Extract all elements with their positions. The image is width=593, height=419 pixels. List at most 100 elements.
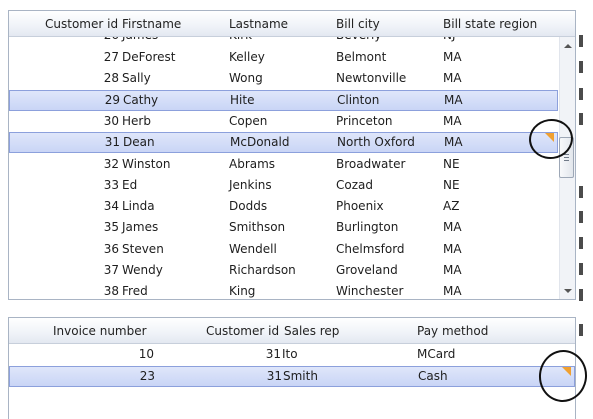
edge-fragment xyxy=(579,113,583,125)
cell-customer-id: 31 xyxy=(266,368,282,383)
edge-fragment xyxy=(579,237,583,249)
cell-lastname: Wendell xyxy=(229,241,277,256)
col-bill-state-region[interactable]: Bill state region xyxy=(443,11,537,37)
cell-customer-id: 32 xyxy=(103,156,119,171)
cell-lastname: Richardson xyxy=(229,263,296,277)
cell-lastname: Hite xyxy=(230,92,255,107)
grip-line xyxy=(564,157,569,158)
cell-lastname: Kirk xyxy=(229,37,252,46)
cell-bill-state: NE xyxy=(443,156,460,171)
cell-lastname: Wong xyxy=(229,71,263,86)
table-row[interactable]: 29 Cathy Hite Clinton MA xyxy=(9,89,558,111)
cell-bill-state: MA xyxy=(443,241,462,256)
scroll-down-icon[interactable] xyxy=(564,289,572,293)
cell-bill-city: Clinton xyxy=(337,92,380,107)
cell-bill-city: Newtonville xyxy=(336,71,407,86)
cell-bill-city: Belmont xyxy=(336,50,387,64)
col-sales-rep[interactable]: Sales rep xyxy=(284,318,339,344)
cell-bill-city: Winchester xyxy=(336,284,404,299)
cell-bill-state: AZ xyxy=(443,199,460,214)
cell-lastname: King xyxy=(229,284,256,299)
cell-firstname: James xyxy=(122,220,159,235)
col-bill-city[interactable]: Bill city xyxy=(336,11,380,37)
table-row[interactable]: 38 Fred King Winchester MA xyxy=(9,281,558,299)
cell-customer-id: 27 xyxy=(103,50,119,64)
cell-customer-id: 30 xyxy=(103,113,119,128)
cell-customer-id: 31 xyxy=(265,347,281,361)
cell-firstname: Sally xyxy=(122,71,151,86)
cell-invoice-number: 23 xyxy=(139,368,155,383)
cell-bill-city: Chelmsford xyxy=(336,241,405,256)
cell-bill-city: Groveland xyxy=(336,263,398,277)
cell-bill-state: MA xyxy=(443,71,462,86)
invoices-grid[interactable]: Invoice number Customer id Sales rep Pay… xyxy=(8,317,576,419)
cell-bill-city: Burlington xyxy=(336,220,399,235)
cell-bill-city: Beverly xyxy=(336,37,381,46)
cell-bill-city: Cozad xyxy=(336,177,373,192)
cell-firstname: Linda xyxy=(122,199,155,214)
table-row[interactable]: 31 Dean McDonald North Oxford MA xyxy=(9,132,558,154)
col-customer-id[interactable]: Customer id xyxy=(45,11,118,37)
customers-body: 26 James Kirk Beverly NJ 27DeForest Kelle… xyxy=(9,37,558,299)
cell-firstname: DeForest xyxy=(122,50,176,64)
edge-fragment xyxy=(579,186,583,198)
edge-fragment xyxy=(579,211,583,223)
cell-customer-id: 28 xyxy=(103,71,119,86)
table-row[interactable]: 36 Steven Wendell Chelmsford MA xyxy=(9,239,558,260)
scroll-up-icon[interactable] xyxy=(564,44,572,48)
table-row[interactable]: 26 James Kirk Beverly NJ xyxy=(9,37,558,46)
table-row[interactable]: 30 Herb Copen Princeton MA xyxy=(9,111,558,132)
col-invoice-number[interactable]: Invoice number xyxy=(53,318,147,344)
col-lastname[interactable]: Lastname xyxy=(229,11,288,37)
table-row[interactable]: 27 DeForest Kelley Belmont MA xyxy=(9,47,558,68)
cell-lastname: Kelley xyxy=(229,50,265,64)
cell-customer-id: 33 xyxy=(103,177,119,192)
cell-bill-state: MA xyxy=(443,220,462,235)
cell-customer-id: 37 xyxy=(103,263,119,277)
cell-invoice-number: 10 xyxy=(138,347,154,361)
cell-firstname: Steven xyxy=(122,241,164,256)
cell-bill-state: MA xyxy=(444,135,463,150)
cell-firstname: Cathy xyxy=(123,92,159,107)
cell-customer-id: 26 xyxy=(69,37,119,46)
cell-customer-id: 29 xyxy=(104,92,120,107)
cell-firstname: Dean xyxy=(123,135,155,150)
table-row[interactable]: 10 31 Ito MCard xyxy=(9,344,575,365)
grip-line xyxy=(564,160,569,161)
table-row[interactable]: 28 Sally Wong Newtonville MA xyxy=(9,68,558,89)
cell-firstname: Fred xyxy=(122,284,148,299)
cell-lastname: Abrams xyxy=(229,156,276,171)
cell-bill-city: Broadwater xyxy=(336,156,406,171)
table-row[interactable]: 35 James Smithson Burlington MA xyxy=(9,217,558,238)
cell-bill-state: MA xyxy=(443,50,462,64)
cell-firstname: Wendy xyxy=(122,263,163,277)
invoices-body: 10 31 Ito MCard 23 31 Smith Cash xyxy=(9,344,575,419)
cell-pay-method: MCard xyxy=(417,347,456,361)
cell-firstname: Winston xyxy=(122,156,171,171)
col-pay-method[interactable]: Pay method xyxy=(417,318,488,344)
table-row[interactable]: 34 Linda Dodds Phoenix AZ xyxy=(9,196,558,217)
cell-firstname: Ed xyxy=(122,177,138,192)
col-customer-id[interactable]: Customer id xyxy=(206,318,279,344)
customers-grid[interactable]: Customer id Firstname Lastname Bill city… xyxy=(8,10,576,300)
table-row[interactable]: 32 Winston Abrams Broadwater NE xyxy=(9,154,558,175)
cell-sales-rep: Ito xyxy=(282,347,298,361)
customers-header: Customer id Firstname Lastname Bill city… xyxy=(9,11,575,37)
cell-lastname: McDonald xyxy=(230,135,290,150)
table-row[interactable]: 33 Ed Jenkins Cozad NE xyxy=(9,175,558,196)
cell-bill-city: Princeton xyxy=(336,113,393,128)
cell-bill-state: MA xyxy=(443,263,462,277)
cell-customer-id: 34 xyxy=(103,199,119,214)
edge-fragment xyxy=(579,289,583,301)
cell-lastname: Copen xyxy=(229,113,268,128)
table-row[interactable]: 23 31 Smith Cash xyxy=(9,365,575,387)
table-row[interactable]: 37 Wendy Richardson Groveland MA xyxy=(9,260,558,281)
edge-fragment xyxy=(579,88,583,100)
cell-bill-state: MA xyxy=(444,92,463,107)
cell-bill-state: MA xyxy=(443,113,462,128)
cell-bill-city: North Oxford xyxy=(337,135,415,150)
cell-sales-rep: Smith xyxy=(283,368,318,383)
col-firstname[interactable]: Firstname xyxy=(122,11,181,37)
cell-pay-method: Cash xyxy=(418,368,448,383)
cell-lastname: Dodds xyxy=(229,199,268,214)
